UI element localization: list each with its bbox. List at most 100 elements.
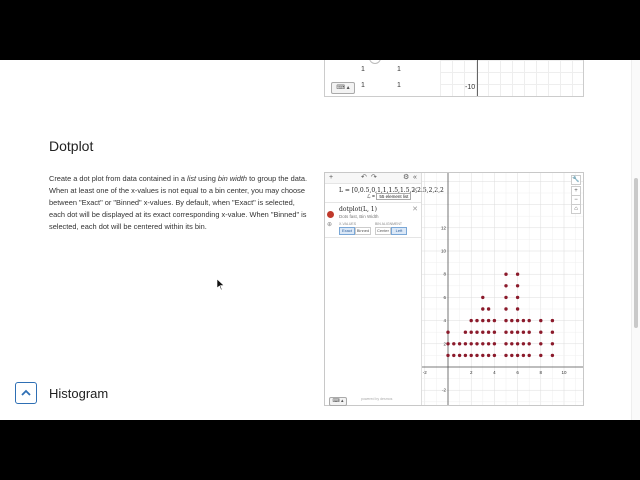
dot-point xyxy=(527,353,531,358)
dot-point xyxy=(463,330,468,334)
section-title: Dotplot xyxy=(49,138,94,154)
home-view-button[interactable]: ⌂ xyxy=(571,204,581,214)
dot-point xyxy=(481,353,485,358)
bin-alignment-label: BIN ALIGNMENT xyxy=(375,222,403,226)
previous-graph-widget[interactable]: 1 1 1 1 ⌨ ▴ -10 xyxy=(324,60,584,97)
add-item-button[interactable]: + xyxy=(329,174,333,182)
expression-list-L[interactable]: L = [0,0.5,0,1,1,1.5,1.5,2,2.5,2,2,2 ℒ =… xyxy=(325,184,444,203)
dot-point xyxy=(515,272,520,276)
dot-point xyxy=(550,342,555,346)
dot-point xyxy=(504,295,508,300)
dot-point xyxy=(469,330,473,334)
dot-point xyxy=(469,353,473,358)
table-cell[interactable]: 1 xyxy=(397,66,401,73)
y-tick-label: 12 xyxy=(441,225,447,230)
dot-point xyxy=(475,353,479,358)
dot-point xyxy=(510,330,514,334)
dot-point xyxy=(504,284,508,288)
table-cell[interactable]: 1 xyxy=(361,82,365,89)
dot-point xyxy=(481,295,485,300)
binned-button[interactable]: Binned xyxy=(355,227,371,235)
graph-grid[interactable] xyxy=(440,60,583,96)
dot-point xyxy=(504,353,508,358)
dot-point xyxy=(486,307,491,311)
keyboard-toggle-button[interactable]: ⌨ ▴ xyxy=(329,397,347,406)
table-cell[interactable]: 1 xyxy=(361,66,365,73)
dot-point xyxy=(515,318,520,323)
dot-point xyxy=(527,342,531,346)
dot-point xyxy=(504,330,508,334)
zoom-fit-icon[interactable]: ⊕ xyxy=(327,221,332,228)
delete-expression-icon[interactable]: ✕ xyxy=(412,186,418,194)
dot-point xyxy=(527,318,531,323)
graph-settings-icon[interactable]: 🔧 xyxy=(571,175,581,185)
center-button[interactable]: Center xyxy=(375,227,391,235)
dot-point xyxy=(492,342,497,346)
dot-point xyxy=(492,330,497,334)
dot-point xyxy=(481,330,485,334)
scrollbar-thumb[interactable] xyxy=(634,178,638,328)
y-tick-label: -2 xyxy=(442,388,446,393)
exact-button[interactable]: Exact xyxy=(339,227,355,235)
dot-point xyxy=(521,318,526,323)
expression-subtitle: Dots fast, Bin Width xyxy=(339,214,379,219)
dot-point xyxy=(550,353,555,358)
x-tick-label: 8 xyxy=(540,370,543,375)
x-tick-label: 6 xyxy=(516,370,519,375)
dot-point xyxy=(469,318,473,323)
dot-point xyxy=(504,272,508,276)
expression-dotplot[interactable]: ⊕ dotplot(L, 1) Dots fast, Bin Width ✕ X… xyxy=(325,203,421,238)
letterbox-bottom xyxy=(0,420,640,480)
delete-expression-icon[interactable]: ✕ xyxy=(412,205,418,213)
dot-point xyxy=(481,318,485,323)
dotplot-svg[interactable]: -2 2 4 6 8 1012108642-2 xyxy=(422,173,583,405)
x-tick-label: 4 xyxy=(493,370,496,375)
dot-point xyxy=(521,330,526,334)
dot-point xyxy=(481,307,485,311)
dot-point xyxy=(515,342,520,346)
table-row: 1 1 xyxy=(341,64,419,78)
dot-point xyxy=(539,353,543,358)
y-axis xyxy=(477,60,478,96)
dot-point xyxy=(521,353,526,358)
expression-text[interactable]: dotplot(L, 1) xyxy=(339,206,377,213)
graph-color-icon[interactable] xyxy=(327,211,334,218)
dot-point xyxy=(475,342,479,346)
graph-area[interactable]: -2 2 4 6 8 10 12 10 8 6 4 2 -2 🔧 + − ⌂ xyxy=(422,173,583,405)
left-button[interactable]: Left xyxy=(391,227,407,235)
table-cell[interactable]: 1 xyxy=(397,82,401,89)
expand-histogram-button[interactable] xyxy=(15,382,37,404)
content-page: 1 1 1 1 ⌨ ▴ -10 Dotplot Create a dot plo… xyxy=(0,60,640,420)
dot-point xyxy=(539,330,543,334)
xvalues-label: X-VALUES xyxy=(339,222,357,226)
axis-tick-label: -10 xyxy=(465,84,476,91)
dot-point xyxy=(510,318,514,323)
dot-point xyxy=(446,353,450,358)
scrollbar[interactable] xyxy=(631,60,640,420)
redo-button[interactable]: ↷ xyxy=(371,174,377,182)
dot-point xyxy=(486,353,491,358)
powered-by-logo: powered by desmos xyxy=(361,397,393,401)
dot-point xyxy=(550,318,555,323)
keyboard-toggle-button[interactable]: ⌨ ▴ xyxy=(331,82,355,94)
collapse-panel-button[interactable]: « xyxy=(413,174,417,182)
settings-gear-icon[interactable]: ⚙ xyxy=(403,174,409,182)
dot-point xyxy=(521,342,526,346)
chevron-up-icon xyxy=(21,389,31,396)
dot-point xyxy=(539,318,543,323)
section-description: Create a dot plot from data contained in… xyxy=(49,174,308,231)
dot-point xyxy=(452,353,456,358)
dot-point xyxy=(486,318,491,323)
dot-point xyxy=(492,353,497,358)
dot-point xyxy=(463,342,468,346)
graphing-calculator[interactable]: + ↶ ↷ ⚙ « L = [0,0.5,0,1,1,1.5,1.5,2,2.5… xyxy=(324,172,584,406)
expression-toolbar: + ↶ ↷ ⚙ « xyxy=(325,173,421,184)
dot-point xyxy=(452,342,456,346)
mouse-pointer-icon xyxy=(217,279,225,291)
dot-point xyxy=(475,318,479,323)
y-tick-label: 10 xyxy=(441,249,447,254)
x-tick-label: -2 xyxy=(423,370,427,375)
dot-point xyxy=(504,318,508,323)
x-tick-label: 2 xyxy=(470,370,473,375)
undo-button[interactable]: ↶ xyxy=(361,174,367,182)
